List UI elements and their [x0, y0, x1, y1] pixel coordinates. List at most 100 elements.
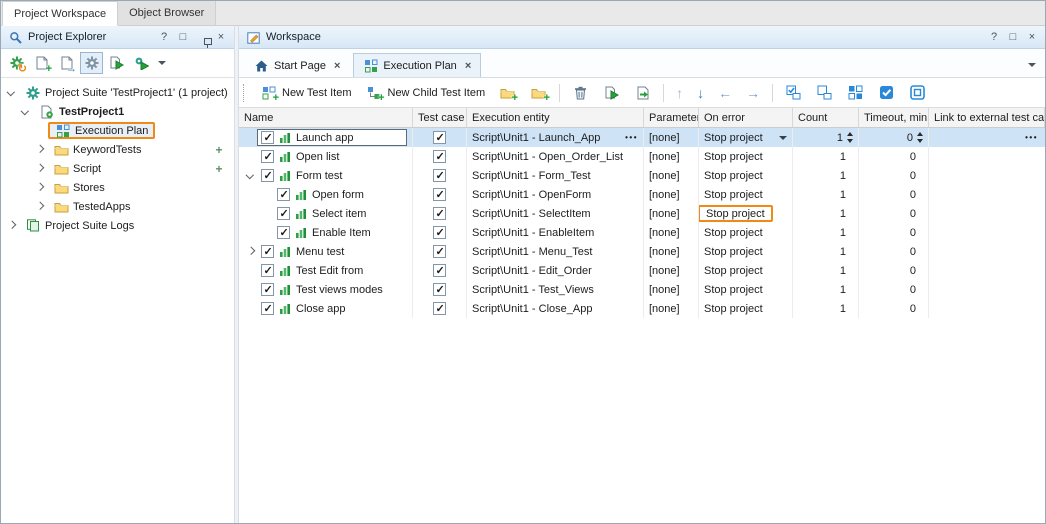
column-header-link-to-external-test-case[interactable]: Link to external test case: [929, 108, 1045, 127]
column-header-on-error[interactable]: On error: [699, 108, 793, 127]
tab-project-workspace[interactable]: Project Workspace: [2, 1, 118, 26]
count-cell[interactable]: 1: [793, 185, 859, 204]
execution-entity-cell[interactable]: Script\Unit1 - EnableItem: [467, 223, 644, 242]
new-child-group-button[interactable]: +: [524, 81, 553, 105]
test-case-checkbox[interactable]: [433, 264, 446, 277]
external-link-cell[interactable]: [929, 280, 1045, 299]
parameters-cell[interactable]: [none]: [644, 128, 699, 147]
on-error-cell[interactable]: Stop project: [699, 261, 793, 280]
parameters-cell[interactable]: [none]: [644, 242, 699, 261]
move-right-button[interactable]: →: [740, 81, 766, 105]
timeout-cell[interactable]: 0: [859, 128, 929, 147]
test-item-row-select-item[interactable]: Select itemScript\Unit1 - SelectItem[non…: [239, 204, 1045, 223]
tree-expander-icon[interactable]: [5, 86, 18, 99]
test-case-cell[interactable]: [413, 299, 467, 318]
new-test-item-button[interactable]: +New Test Item: [254, 81, 358, 105]
count-cell[interactable]: 1: [793, 280, 859, 299]
tree-item-testproject1[interactable]: TestProject1: [1, 102, 234, 121]
external-link-cell[interactable]: [929, 185, 1045, 204]
test-case-cell[interactable]: [413, 185, 467, 204]
close-tab-icon[interactable]: ×: [465, 60, 471, 72]
row-enabled-checkbox[interactable]: [261, 302, 274, 315]
move-left-button[interactable]: ←: [712, 81, 738, 105]
test-item-row-launch-app[interactable]: Launch appScript\Unit1 - Launch_App•••[n…: [239, 128, 1045, 147]
row-enabled-checkbox[interactable]: [261, 264, 274, 277]
parameters-cell[interactable]: [none]: [644, 299, 699, 318]
run-selected-button[interactable]: [597, 81, 626, 105]
run-project-suite-button[interactable]: [130, 52, 153, 74]
on-error-cell[interactable]: Stop project: [699, 147, 793, 166]
execution-entity-cell[interactable]: Script\Unit1 - Close_App: [467, 299, 644, 318]
external-link-cell[interactable]: [929, 242, 1045, 261]
row-enabled-checkbox[interactable]: [261, 150, 274, 163]
maximize-button[interactable]: □: [176, 31, 190, 43]
column-header-test-case[interactable]: Test case: [413, 108, 467, 127]
external-link-cell[interactable]: [929, 223, 1045, 242]
help-button[interactable]: ?: [157, 31, 171, 43]
toolbar-grip[interactable]: [243, 84, 247, 102]
test-item-row-open-form[interactable]: Open form Script\Unit1 - OpenForm[none]St…: [239, 185, 1045, 204]
tree-item-project-suite-testproject1-1-project[interactable]: Project Suite 'TestProject1' (1 project): [1, 83, 234, 102]
count-cell[interactable]: 1: [793, 166, 859, 185]
execution-entity-cell[interactable]: Script\Unit1 - Test_Views: [467, 280, 644, 299]
maximize-button[interactable]: □: [1006, 31, 1020, 43]
external-link-cell[interactable]: [929, 204, 1045, 223]
column-header-count[interactable]: Count: [793, 108, 859, 127]
name-cell[interactable]: Open list: [239, 147, 413, 166]
test-item-row-menu-test[interactable]: Menu testScript\Unit1 - Menu_Test[none]S…: [239, 242, 1045, 261]
count-cell[interactable]: 1: [793, 223, 859, 242]
move-up-button[interactable]: ↑: [670, 81, 689, 105]
row-enabled-checkbox[interactable]: [261, 245, 274, 258]
execution-entity-cell[interactable]: Script\Unit1 - Edit_Order: [467, 261, 644, 280]
new-child-test-item-button[interactable]: +New Child Test Item: [360, 81, 492, 105]
execution-entity-cell[interactable]: Script\Unit1 - Menu_Test: [467, 242, 644, 261]
test-item-row-close-app[interactable]: Close app Script\Unit1 - Close_App[none]S…: [239, 299, 1045, 318]
tree-expander-icon[interactable]: [19, 105, 32, 118]
name-cell[interactable]: Menu test: [239, 242, 413, 261]
on-error-cell[interactable]: Stop project: [699, 166, 793, 185]
tab-execution-plan[interactable]: Execution Plan ×: [353, 53, 481, 77]
test-case-cell[interactable]: [413, 223, 467, 242]
timeout-cell[interactable]: 0: [859, 299, 929, 318]
on-error-cell[interactable]: Stop project: [699, 185, 793, 204]
move-down-button[interactable]: ↓: [691, 81, 710, 105]
test-case-cell[interactable]: [413, 128, 467, 147]
tab-start-page[interactable]: Start Page ×: [244, 53, 350, 77]
properties-button[interactable]: [80, 52, 103, 74]
test-case-cell[interactable]: [413, 147, 467, 166]
count-cell[interactable]: 1: [793, 147, 859, 166]
add-existing-item-button[interactable]: →: [55, 52, 78, 74]
row-enabled-checkbox[interactable]: [277, 188, 290, 201]
count-cell[interactable]: 1: [793, 204, 859, 223]
execution-entity-cell[interactable]: Script\Unit1 - SelectItem: [467, 204, 644, 223]
name-cell[interactable]: Open form: [239, 185, 413, 204]
test-case-checkbox[interactable]: [433, 169, 446, 182]
test-case-checkbox[interactable]: [433, 283, 446, 296]
browse-link-button[interactable]: •••: [1021, 133, 1038, 142]
test-case-cell[interactable]: [413, 280, 467, 299]
timeout-cell[interactable]: 0: [859, 185, 929, 204]
external-link-cell[interactable]: [929, 147, 1045, 166]
tree-item-stores[interactable]: Stores: [1, 178, 234, 197]
test-item-row-enable-item[interactable]: Enable ItemScript\Unit1 - EnableItem[non…: [239, 223, 1045, 242]
test-case-checkbox[interactable]: [433, 150, 446, 163]
test-case-checkbox[interactable]: [433, 245, 446, 258]
name-cell[interactable]: Close app: [239, 299, 413, 318]
test-item-row-form-test[interactable]: Form testScript\Unit1 - Form_Test[none]S…: [239, 166, 1045, 185]
timeout-cell[interactable]: 0: [859, 204, 929, 223]
check-selected-button[interactable]: [841, 81, 870, 105]
test-case-cell[interactable]: [413, 166, 467, 185]
disable-item-button[interactable]: [903, 81, 932, 105]
execution-entity-cell[interactable]: Script\Unit1 - OpenForm: [467, 185, 644, 204]
tree-expander-icon[interactable]: [33, 200, 46, 213]
tab-list-dropdown-icon[interactable]: [1028, 63, 1036, 67]
refresh-button[interactable]: ↻: [5, 52, 28, 74]
parameters-cell[interactable]: [none]: [644, 185, 699, 204]
tree-item-execution-plan[interactable]: Execution Plan: [1, 121, 234, 140]
tab-object-browser[interactable]: Object Browser: [118, 1, 216, 25]
row-expander-icon[interactable]: [244, 245, 257, 258]
row-expander-icon[interactable]: [244, 169, 257, 182]
tree-item-script[interactable]: Script+: [1, 159, 234, 178]
column-header-execution-entity[interactable]: Execution entity: [467, 108, 644, 127]
on-error-cell[interactable]: Stop project: [699, 299, 793, 318]
